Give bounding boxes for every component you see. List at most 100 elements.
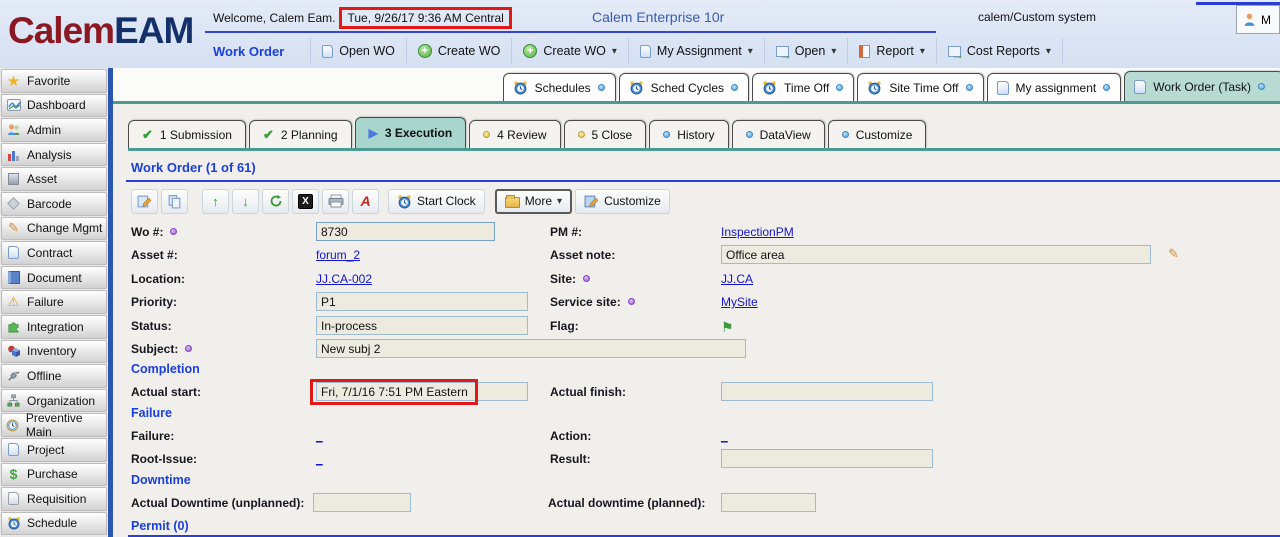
sidebar-item-inventory[interactable]: Inventory bbox=[1, 339, 107, 364]
sidebar-item-asset[interactable]: Asset bbox=[1, 167, 107, 191]
downtime-unplanned-field[interactable] bbox=[313, 492, 411, 512]
previous-record-button[interactable]: ↑ bbox=[202, 188, 229, 214]
priority-field[interactable]: P1 bbox=[316, 292, 528, 312]
actual-start-field[interactable]: Fri, 7/1/16 7:51 PM Eastern bbox=[316, 382, 528, 402]
tab-my-assignment[interactable]: My assignment bbox=[986, 73, 1122, 101]
start-clock-button[interactable]: Start Clock bbox=[388, 188, 485, 214]
asset-note-field[interactable]: Office area bbox=[721, 245, 1151, 265]
tab-label: Schedules bbox=[534, 80, 591, 95]
status-field[interactable]: In-process bbox=[316, 315, 528, 335]
book-icon bbox=[5, 271, 22, 285]
sidebar-item-label: Schedule bbox=[27, 516, 78, 531]
edit-page-icon bbox=[137, 195, 152, 207]
menu-item-label: Open WO bbox=[339, 44, 395, 58]
subject-field[interactable]: New subj 2 bbox=[316, 338, 746, 358]
next-record-button[interactable]: ↓ bbox=[232, 188, 259, 214]
edit-pencil-icon: ✎ bbox=[8, 220, 19, 236]
sidebar-item-integration[interactable]: Integration bbox=[1, 314, 107, 339]
menu-open[interactable]: → Open ▾ bbox=[763, 38, 848, 64]
sidebar-item-favorite[interactable]: ★ Favorite bbox=[1, 69, 107, 93]
tab-close[interactable]: 5 Close bbox=[563, 120, 647, 148]
calem-app: CalemEAM Welcome, Calem Eam. Tue, 9/26/1… bbox=[0, 0, 1280, 537]
root-issue-link[interactable]: _ bbox=[316, 452, 323, 466]
required-dot-icon bbox=[185, 344, 193, 352]
tab-customize[interactable]: Customize bbox=[827, 120, 927, 148]
sidebar-item-requisition[interactable]: Requisition bbox=[1, 487, 107, 511]
site-link[interactable]: JJ.CA bbox=[721, 272, 753, 286]
customize-label: Customize bbox=[604, 194, 661, 208]
customize-button[interactable]: Customize bbox=[575, 188, 670, 214]
actual-finish-label: Actual finish: bbox=[550, 385, 627, 400]
tab-sched-cycles[interactable]: Sched Cycles bbox=[618, 73, 750, 101]
action-link[interactable]: _ bbox=[721, 429, 728, 443]
service-site-link[interactable]: MySite bbox=[721, 295, 758, 309]
result-field[interactable] bbox=[721, 449, 933, 469]
tab-planning[interactable]: ✔ 2 Planning bbox=[248, 120, 352, 148]
sidebar-item-project[interactable]: Project bbox=[1, 437, 107, 462]
sidebar-item-barcode[interactable]: Barcode bbox=[1, 191, 107, 216]
pdf-export-button[interactable]: A bbox=[352, 188, 379, 214]
location-link[interactable]: JJ.CA-002 bbox=[316, 272, 372, 286]
tab-label: 5 Close bbox=[591, 127, 633, 142]
tab-review[interactable]: 4 Review bbox=[469, 120, 561, 148]
sidebar-item-offline[interactable]: Offline bbox=[1, 364, 107, 388]
menu-create-wo-dropdown[interactable]: + Create WO ▾ bbox=[511, 38, 628, 64]
tab-schedules[interactable]: Schedules bbox=[502, 73, 616, 101]
tab-submission[interactable]: ✔ 1 Submission bbox=[128, 120, 246, 148]
edit-note-pencil-icon[interactable]: ✎ bbox=[1168, 246, 1179, 262]
menu-open-wo[interactable]: Open WO bbox=[310, 38, 406, 64]
sidebar-item-dashboard[interactable]: Dashboard bbox=[1, 93, 107, 118]
flag-label: Flag: bbox=[550, 318, 579, 333]
sidebar-item-schedule[interactable]: Schedule bbox=[1, 511, 107, 536]
copy-button[interactable] bbox=[161, 188, 188, 214]
chevron-down-icon: ▾ bbox=[747, 45, 753, 57]
tab-status-dot bbox=[1103, 84, 1111, 91]
menu-my-assignment[interactable]: My Assignment ▾ bbox=[627, 38, 764, 64]
sidebar-item-purchase[interactable]: $ Purchase bbox=[1, 462, 107, 487]
wo-number-field[interactable]: 8730 bbox=[316, 222, 495, 241]
tab-time-off[interactable]: Time Off bbox=[752, 73, 855, 101]
sidebar-item-organization[interactable]: Organization bbox=[1, 388, 107, 413]
asset-number-link[interactable]: forum_2 bbox=[316, 248, 360, 262]
tab-label: Customize bbox=[855, 127, 913, 142]
refresh-button[interactable] bbox=[262, 188, 289, 214]
work-order-panel: ✔ 1 Submission ✔ 2 Planning ▶ 3 Executio… bbox=[113, 107, 1280, 537]
refresh-icon bbox=[270, 195, 281, 207]
user-menu-button[interactable]: M bbox=[1236, 5, 1280, 34]
section-failure: Failure bbox=[131, 406, 1280, 426]
sidebar-item-analysis[interactable]: Analysis bbox=[1, 142, 107, 167]
sidebar-item-failure[interactable]: ⚠ Failure bbox=[1, 290, 107, 314]
menu-create-wo[interactable]: + Create WO bbox=[405, 38, 512, 64]
sidebar-item-contract[interactable]: Contract bbox=[1, 241, 107, 265]
tab-dataview[interactable]: DataView bbox=[731, 120, 825, 148]
pm-number-link[interactable]: InspectionPM bbox=[721, 225, 794, 239]
sidebar-item-document[interactable]: Document bbox=[1, 265, 107, 290]
sidebar-item-preventive-maint[interactable]: Preventive Main bbox=[1, 411, 107, 439]
x-icon: X bbox=[298, 193, 313, 209]
flag-icon[interactable]: ⚑ bbox=[721, 319, 734, 336]
failure-link[interactable]: _ bbox=[316, 429, 323, 443]
delete-button[interactable]: X bbox=[292, 188, 319, 214]
tab-work-order-task[interactable]: Work Order (Task) bbox=[1124, 71, 1280, 101]
sidebar-item-admin[interactable]: Admin bbox=[1, 118, 107, 142]
downtime-planned-field[interactable] bbox=[721, 492, 816, 512]
tab-execution[interactable]: ▶ 3 Execution bbox=[354, 117, 467, 148]
tab-history[interactable]: History bbox=[649, 120, 729, 148]
more-dropdown-button[interactable]: More ▾ bbox=[494, 188, 573, 214]
sidebar-item-label: Requisition bbox=[27, 491, 87, 506]
section-completion: Completion bbox=[131, 362, 1280, 382]
calem-logo: CalemEAM bbox=[8, 10, 194, 52]
print-button[interactable] bbox=[322, 188, 349, 214]
sidebar-item-change-mgmt[interactable]: ✎ Change Mgmt bbox=[1, 216, 107, 241]
logo-eam: EAM bbox=[114, 10, 194, 51]
actual-finish-field[interactable] bbox=[721, 382, 933, 402]
edit-button[interactable] bbox=[131, 188, 158, 214]
pm-number-label: PM #: bbox=[550, 225, 583, 239]
tab-label: 1 Submission bbox=[159, 127, 232, 142]
row-priority-service-site: Priority: P1 Service site: MySite bbox=[131, 292, 1280, 315]
sidebar-item-label: Document bbox=[27, 270, 82, 285]
sidebar-item-label: Project bbox=[27, 442, 65, 457]
menu-cost-reports[interactable]: → Cost Reports ▾ bbox=[935, 38, 1063, 64]
menu-report[interactable]: Report ▾ bbox=[847, 38, 936, 64]
tab-site-time-off[interactable]: Site Time Off bbox=[857, 73, 984, 101]
